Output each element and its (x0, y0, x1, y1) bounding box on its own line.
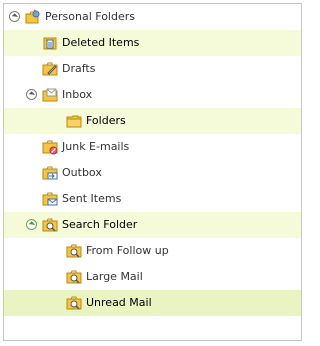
sent-folder-icon (42, 192, 58, 206)
tree-node-label: Search Folder (62, 218, 138, 231)
tree-node-label: Inbox (62, 88, 93, 101)
collapse-toggle-icon[interactable] (26, 219, 37, 230)
collapse-toggle-icon[interactable] (9, 11, 20, 22)
tree-node-inbox[interactable]: Inbox (4, 82, 301, 108)
tree-node-label: Deleted Items (62, 36, 140, 49)
search-folder-icon (66, 270, 82, 284)
tree-node-drafts[interactable]: Drafts (4, 56, 301, 82)
tree-node-large-mail[interactable]: Large Mail (4, 264, 301, 290)
tree-node-junk-emails[interactable]: Junk E-mails (4, 134, 301, 160)
search-folder-icon (66, 244, 82, 258)
tree-node-label: Folders (86, 114, 126, 127)
tree-node-label: Outbox (62, 166, 102, 179)
tree-node-personal-folders[interactable]: Personal Folders (4, 4, 301, 30)
tree-node-from-follow-up[interactable]: From Follow up (4, 238, 301, 264)
search-folder-icon (66, 296, 82, 310)
inbox-folder-icon (42, 88, 58, 102)
tree-node-folders[interactable]: Folders (4, 108, 301, 134)
tree-node-label: Personal Folders (45, 10, 135, 23)
tree-node-deleted-items[interactable]: Deleted Items (4, 30, 301, 56)
tree-node-sent-items[interactable]: Sent Items (4, 186, 301, 212)
tree-node-unread-mail[interactable]: Unread Mail (4, 290, 301, 316)
tree-node-search-folder[interactable]: Search Folder (4, 212, 301, 238)
search-folder-icon (42, 218, 58, 232)
collapse-toggle-icon[interactable] (26, 89, 37, 100)
drafts-folder-icon (42, 62, 58, 76)
folder-tree: Personal Folders Deleted Items Drafts In… (4, 4, 301, 316)
personal-folders-icon (25, 9, 40, 24)
tree-node-label: Junk E-mails (62, 140, 130, 153)
tree-node-label: From Follow up (86, 244, 169, 257)
tree-node-label: Sent Items (62, 192, 122, 205)
trash-folder-icon (43, 37, 57, 50)
tree-node-label: Large Mail (86, 270, 143, 283)
outbox-folder-icon (42, 166, 58, 180)
tree-node-outbox[interactable]: Outbox (4, 160, 301, 186)
tree-node-label: Unread Mail (86, 296, 152, 309)
junk-folder-icon (42, 140, 58, 155)
folder-icon (66, 115, 82, 128)
folder-tree-panel: Personal Folders Deleted Items Drafts In… (3, 3, 302, 341)
tree-node-label: Drafts (62, 62, 96, 75)
